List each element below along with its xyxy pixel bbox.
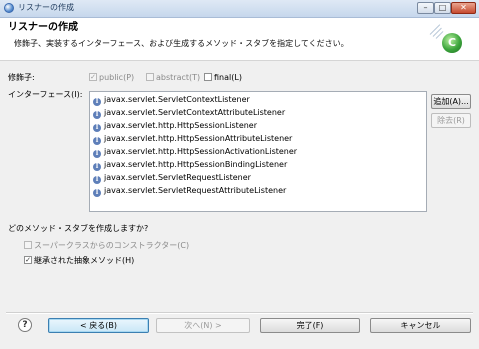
list-item[interactable]: Ijavax.servlet.http.HttpSessionBindingLi… [93, 159, 287, 171]
list-item[interactable]: Ijavax.servlet.http.HttpSessionActivatio… [93, 146, 297, 158]
superclass-constructor-checkbox[interactable] [24, 241, 32, 249]
interface-icon: I [93, 176, 101, 184]
app-icon [4, 3, 14, 13]
interface-icon: I [93, 137, 101, 145]
interfaces-label: インターフェース(I): [8, 90, 83, 99]
footer-separator [6, 312, 473, 314]
list-item[interactable]: Ijavax.servlet.http.HttpSessionListener [93, 120, 257, 132]
abstract-checkbox[interactable] [146, 73, 154, 81]
help-icon[interactable]: ? [18, 318, 32, 332]
list-item[interactable]: Ijavax.servlet.http.HttpSessionAttribute… [93, 133, 292, 145]
page-description: 修飾子、実装するインターフェース、および生成するメソッド・スタブを指定してくださ… [14, 39, 349, 48]
back-button[interactable]: < 戻る(B) [48, 318, 149, 333]
interface-icon: I [93, 111, 101, 119]
interfaces-list[interactable]: Ijavax.servlet.ServletContextListener Ij… [89, 91, 427, 212]
list-item-label: javax.servlet.ServletContextAttributeLis… [104, 108, 286, 117]
close-button[interactable]: ✕ [451, 2, 476, 14]
list-item-label: javax.servlet.ServletContextListener [104, 95, 250, 104]
list-item-label: javax.servlet.http.HttpSessionActivation… [104, 147, 298, 156]
list-item-label: javax.servlet.http.HttpSessionListener [104, 121, 258, 130]
interface-icon: I [93, 98, 101, 106]
stubs-question: どのメソッド・スタブを作成しますか? [8, 224, 149, 233]
add-interface-button[interactable]: 追加(A)... [431, 94, 471, 109]
public-checkbox[interactable]: ✓ [89, 73, 97, 81]
list-item[interactable]: Ijavax.servlet.ServletRequestAttributeLi… [93, 185, 286, 197]
interface-icon: I [93, 150, 101, 158]
abstract-label: abstract(T) [156, 73, 201, 82]
list-item-label: javax.servlet.http.HttpSessionBindingLis… [104, 160, 288, 169]
final-label: final(L) [214, 73, 242, 82]
cancel-button[interactable]: キャンセル [370, 318, 471, 333]
finish-button[interactable]: 完了(F) [260, 318, 360, 333]
maximize-button[interactable]: □ [434, 2, 451, 14]
interface-icon: I [93, 163, 101, 171]
list-item[interactable]: Ijavax.servlet.ServletContextAttributeLi… [93, 107, 285, 119]
list-item[interactable]: Ijavax.servlet.ServletContextListener [93, 94, 250, 106]
next-button[interactable]: 次へ(N) > [156, 318, 250, 333]
remove-interface-button[interactable]: 除去(R) [431, 113, 471, 128]
final-checkbox[interactable] [204, 73, 212, 81]
interface-icon: I [93, 189, 101, 197]
modifiers-label: 修飾子: [8, 73, 35, 82]
list-item-label: javax.servlet.http.HttpSessionAttributeL… [104, 134, 293, 143]
inherited-abstract-label: 継承された抽象メソッド(H) [34, 256, 135, 265]
inherited-abstract-checkbox[interactable]: ✓ [24, 256, 32, 264]
class-wizard-icon: C [442, 33, 462, 53]
page-title: リスナーの作成 [8, 22, 78, 33]
interface-icon: I [93, 124, 101, 132]
public-label: public(P) [99, 73, 135, 82]
minimize-button[interactable]: – [417, 2, 434, 14]
window-title: リスナーの作成 [18, 3, 74, 12]
superclass-constructor-label: スーパークラスからのコンストラクター(C) [34, 241, 190, 250]
list-item-label: javax.servlet.ServletRequestListener [104, 173, 251, 182]
list-item[interactable]: Ijavax.servlet.ServletRequestListener [93, 172, 251, 184]
list-item-label: javax.servlet.ServletRequestAttributeLis… [104, 186, 287, 195]
